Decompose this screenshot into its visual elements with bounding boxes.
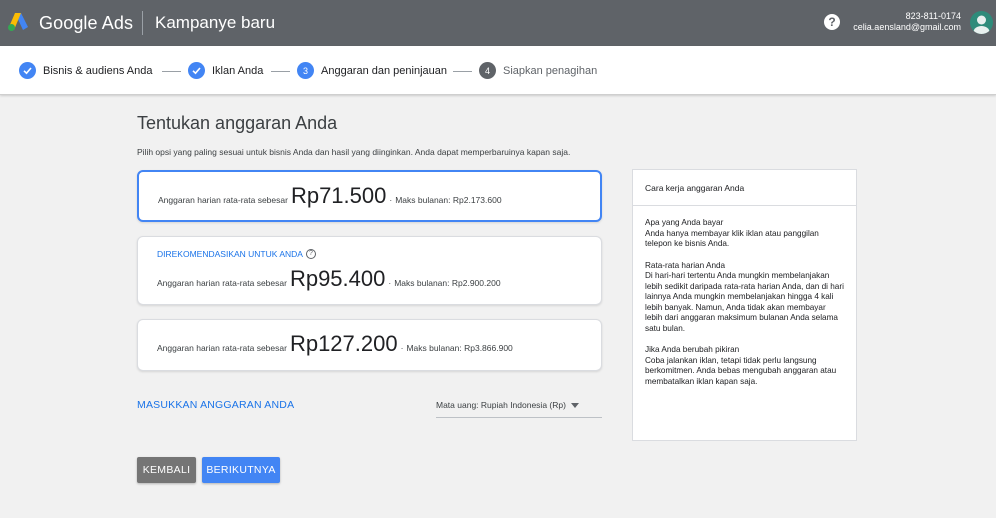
budget-option-2[interactable]: DIREKOMENDASIKAN UNTUK ANDA ? Anggaran h… (137, 236, 602, 305)
recommended-label: DIREKOMENDASIKAN UNTUK ANDA ? (157, 249, 316, 259)
currency-underline (436, 417, 602, 418)
account-info[interactable]: 823-811-0174 celia.aensland@gmail.com (853, 11, 961, 33)
avatar[interactable] (970, 11, 993, 34)
budget-option-3[interactable]: Anggaran harian rata-rata sebesar Rp127.… (137, 319, 602, 371)
step-budget-review[interactable]: 3 Anggaran dan peninjauan (297, 62, 447, 79)
chevron-down-icon (570, 402, 579, 408)
budget-prefix: Anggaran harian rata-rata sebesar (157, 343, 287, 353)
budget-monthly-max: Maks bulanan: Rp3.866.900 (406, 343, 513, 353)
back-button[interactable]: KEMBALI (137, 457, 196, 483)
recommended-text: DIREKOMENDASIKAN UNTUK ANDA (157, 249, 303, 259)
step-label: Anggaran dan peninjauan (321, 64, 448, 77)
step-connector (271, 71, 290, 72)
budget-dot: · (388, 278, 392, 288)
currency-select[interactable]: Mata uang: Rupiah Indonesia (Rp) (436, 400, 579, 410)
budget-option-row: Anggaran harian rata-rata sebesar Rp71.5… (158, 183, 502, 209)
step-number-badge: 3 (297, 62, 314, 79)
section-heading: Rata-rata harian Anda (645, 260, 726, 270)
brand-name: Google Ads (39, 13, 134, 33)
budget-prefix: Anggaran harian rata-rata sebesar (158, 195, 288, 205)
info-icon[interactable]: ? (305, 249, 316, 259)
enter-budget-link[interactable]: MASUKKAN ANGGARAN ANDA (137, 399, 294, 411)
panel-body: Apa yang Anda bayar Anda hanya membayar … (633, 206, 856, 387)
page-description: Pilih opsi yang paling sesuai untuk bisn… (137, 147, 571, 157)
section-heading: Apa yang Anda bayar (645, 218, 724, 227)
budget-amount: Rp127.200 (289, 331, 398, 356)
step-connector (453, 71, 472, 72)
check-icon (188, 62, 205, 79)
page-title: Tentukan anggaran Anda (137, 113, 338, 133)
budget-dot: · (400, 343, 404, 353)
panel-section: Jika Anda berubah pikiran Coba jalankan … (645, 345, 844, 387)
step-label: Siapkan penagihan (503, 64, 598, 77)
step-label: Bisnis & audiens Anda (43, 64, 153, 77)
step-label: Iklan Anda (212, 64, 264, 77)
step-billing: 4 Siapkan penagihan (479, 62, 597, 79)
budget-monthly-max: Maks bulanan: Rp2.173.600 (395, 195, 502, 205)
step-number-badge: 4 (479, 62, 496, 79)
budget-dot: · (389, 195, 393, 205)
section-body: Anda hanya membayar klik iklan atau pang… (645, 228, 819, 249)
budget-info-panel: Cara kerja anggaran Anda Apa yang Anda b… (632, 169, 857, 441)
budget-option-1[interactable]: Anggaran harian rata-rata sebesar Rp71.5… (137, 170, 602, 222)
help-icon[interactable]: ? (824, 14, 840, 30)
top-bar: Google Ads Kampanye baru ? 823-811-0174 … (0, 0, 996, 46)
budget-monthly-max: Maks bulanan: Rp2.900.200 (394, 278, 501, 288)
user-avatar-icon (973, 15, 990, 34)
next-button[interactable]: BERIKUTNYA (202, 457, 280, 483)
budget-option-row: Anggaran harian rata-rata sebesar Rp127.… (157, 331, 513, 357)
section-heading: Jika Anda berubah pikiran (645, 345, 740, 354)
budget-amount: Rp71.500 (290, 183, 387, 208)
budget-amount: Rp95.400 (289, 266, 386, 291)
section-body: Di hari-hari tertentu Anda mungkin membe… (645, 271, 844, 333)
step-business-audience[interactable]: Bisnis & audiens Anda (19, 62, 152, 79)
section-body: Coba jalankan iklan, tetapi tidak perlu … (645, 355, 837, 386)
panel-section: Rata-rata harian Anda Di hari-hari terte… (645, 261, 844, 335)
google-ads-logo-icon[interactable] (7, 12, 29, 32)
step-ads[interactable]: Iklan Anda (188, 62, 263, 79)
panel-section: Apa yang Anda bayar Anda hanya membayar … (645, 218, 844, 250)
budget-option-row: Anggaran harian rata-rata sebesar Rp95.4… (157, 266, 501, 292)
panel-title: Cara kerja anggaran Anda (633, 170, 856, 206)
account-email: celia.aensland@gmail.com (853, 22, 961, 32)
currency-value: Mata uang: Rupiah Indonesia (Rp) (436, 400, 566, 410)
step-connector (162, 71, 181, 72)
budget-prefix: Anggaran harian rata-rata sebesar (157, 278, 287, 288)
check-icon (19, 62, 36, 79)
page-header-title: Kampanye baru (155, 13, 276, 32)
account-phone: 823-811-0174 (905, 11, 961, 21)
progress-stepper: Bisnis & audiens Anda Iklan Anda 3 Angga… (0, 46, 996, 95)
header-divider (142, 11, 143, 35)
